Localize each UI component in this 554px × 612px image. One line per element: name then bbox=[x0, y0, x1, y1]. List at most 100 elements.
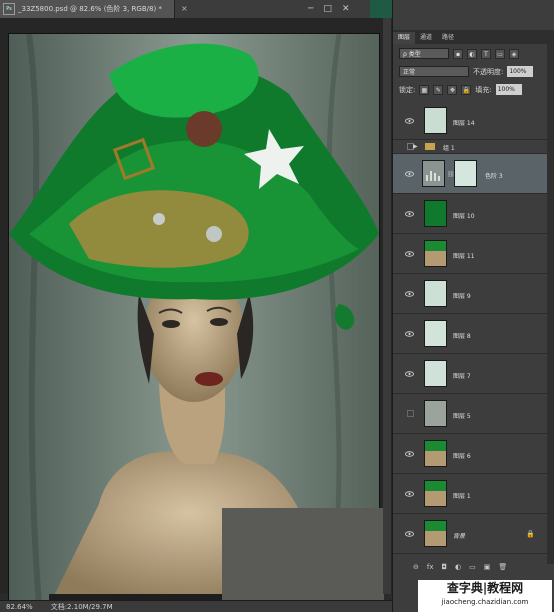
layer-name: 背景 bbox=[453, 533, 466, 540]
layers-list: 图层 14 ▶ 组 1 ⛓ 色阶 3 图层 10 图层 11 图层 9 图层 8… bbox=[393, 102, 547, 560]
layer-row[interactable]: 图层 1 bbox=[393, 474, 547, 514]
blend-mode-select[interactable]: 正常 bbox=[399, 66, 469, 77]
fill-input[interactable]: 100% bbox=[495, 84, 522, 95]
layer-thumbnail bbox=[424, 440, 447, 467]
document-size: 文档:2.10M/29.7M bbox=[50, 602, 113, 611]
type-filter-icon[interactable]: T bbox=[481, 48, 491, 59]
layer-name: 图层 1 bbox=[453, 493, 471, 500]
shape-filter-icon[interactable]: ▭ bbox=[495, 48, 505, 59]
status-bar: 82.64% 文档:2.10M/29.7M bbox=[0, 600, 392, 612]
eye-icon[interactable] bbox=[405, 211, 414, 217]
image-filter-icon[interactable]: ▪ bbox=[453, 48, 463, 59]
layer-name: 图层 14 bbox=[453, 120, 475, 127]
layer-name: 色阶 3 bbox=[485, 173, 503, 180]
kind-filter-select[interactable]: ρ 类型 bbox=[399, 48, 449, 59]
zoom-level[interactable]: 82.64% bbox=[6, 603, 33, 611]
layers-panel: 图层 通道 路径 ρ 类型 ▪ ◐ T ▭ ◈ 正常 不透明度: 100% 锁定… bbox=[392, 0, 554, 612]
chevron-right-icon[interactable]: ▶ bbox=[413, 143, 418, 150]
layer-thumbnail bbox=[424, 280, 447, 307]
opacity-input[interactable]: 100% bbox=[507, 66, 534, 77]
eye-icon[interactable] bbox=[405, 291, 414, 297]
tab-paths[interactable]: 路径 bbox=[437, 32, 459, 44]
layer-row[interactable]: 图层 7 bbox=[393, 354, 547, 394]
layer-name: 图层 7 bbox=[453, 373, 471, 380]
lock-icon: 🔒 bbox=[526, 530, 535, 538]
document-tab[interactable]: Ps _33Z5800.psd @ 82.6% (色阶 3, RGB/8) * bbox=[0, 0, 175, 18]
layer-row[interactable]: 图层 8 bbox=[393, 314, 547, 354]
panel-scrollbar[interactable] bbox=[547, 44, 554, 564]
mask-icon[interactable]: ◘ bbox=[441, 563, 447, 571]
close-tab-icon[interactable]: × bbox=[181, 4, 190, 13]
layer-row-selected[interactable]: ⛓ 色阶 3 bbox=[393, 154, 547, 194]
layer-row[interactable]: 图层 14 bbox=[393, 102, 547, 140]
layer-thumbnail bbox=[424, 320, 447, 347]
watermark: 查字典|教程网 jiaocheng.chazidian.com bbox=[418, 580, 552, 612]
layer-row[interactable]: 背景 🔒 bbox=[393, 514, 547, 554]
adjustment-filter-icon[interactable]: ◐ bbox=[467, 48, 477, 59]
layer-name: 图层 9 bbox=[453, 293, 471, 300]
panel-tabs: 图层 通道 路径 bbox=[393, 30, 554, 44]
levels-adjustment-icon bbox=[422, 160, 445, 187]
document-title: _33Z5800.psd @ 82.6% (色阶 3, RGB/8) * bbox=[18, 5, 162, 13]
layer-name: 图层 5 bbox=[453, 413, 471, 420]
layer-thumbnail bbox=[424, 480, 447, 507]
photoshop-icon: Ps bbox=[3, 3, 15, 15]
minimize-icon[interactable]: ─ bbox=[308, 4, 313, 14]
lock-transparency-icon[interactable]: ▦ bbox=[419, 84, 430, 95]
watermark-url: jiaocheng.chazidian.com bbox=[441, 598, 529, 606]
eye-icon[interactable] bbox=[405, 491, 414, 497]
folder-icon bbox=[425, 143, 435, 150]
fx-icon[interactable]: fx bbox=[427, 563, 434, 571]
window-controls: ─ □ ✕ bbox=[308, 0, 349, 18]
layer-name: 图层 11 bbox=[453, 253, 475, 260]
fill-label: 填充: bbox=[475, 85, 492, 94]
smart-object-filter-icon[interactable]: ◈ bbox=[509, 48, 519, 59]
eye-icon[interactable] bbox=[405, 171, 414, 177]
eye-icon[interactable] bbox=[405, 451, 414, 457]
layer-row[interactable]: 图层 5 bbox=[393, 394, 547, 434]
new-layer-icon[interactable]: ▣ bbox=[484, 563, 491, 571]
eye-icon[interactable] bbox=[405, 251, 414, 257]
layer-row[interactable]: 图层 10 bbox=[393, 194, 547, 234]
eye-icon[interactable] bbox=[405, 331, 414, 337]
layer-mask-thumbnail[interactable] bbox=[454, 160, 477, 187]
layer-row[interactable]: 图层 6 bbox=[393, 434, 547, 474]
gray-swatch-overlay bbox=[222, 508, 384, 608]
layer-name: 组 1 bbox=[443, 145, 455, 152]
eye-icon[interactable] bbox=[405, 531, 414, 537]
canvas-scrollbar[interactable] bbox=[383, 18, 391, 594]
lock-pixels-icon[interactable]: ✎ bbox=[433, 84, 444, 95]
layer-thumbnail bbox=[424, 200, 447, 227]
tab-layers[interactable]: 图层 bbox=[393, 32, 416, 44]
tab-channels[interactable]: 通道 bbox=[415, 32, 437, 44]
eye-icon[interactable] bbox=[405, 371, 414, 377]
trash-icon[interactable]: 🗑 bbox=[498, 563, 507, 571]
layer-thumbnail bbox=[424, 360, 447, 387]
layer-thumbnail bbox=[424, 107, 447, 134]
blend-row: 正常 不透明度: 100% bbox=[399, 66, 534, 77]
layer-thumbnail bbox=[424, 520, 447, 547]
lock-row: 锁定: ▦ ✎ ✥ 🔒 填充: 100% bbox=[399, 84, 522, 95]
group-row[interactable]: ▶ 组 1 bbox=[393, 140, 547, 154]
adjustment-icon[interactable]: ◐ bbox=[455, 563, 461, 571]
visibility-off-box[interactable] bbox=[407, 410, 414, 417]
layer-row[interactable]: 图层 9 bbox=[393, 274, 547, 314]
lock-position-icon[interactable]: ✥ bbox=[447, 84, 458, 95]
lock-all-icon[interactable]: 🔒 bbox=[461, 84, 472, 95]
eye-icon[interactable] bbox=[405, 118, 414, 124]
link-icon[interactable]: ⊖ bbox=[413, 563, 419, 571]
layers-panel-footer: ⊖ fx ◘ ◐ ▭ ▣ 🗑 bbox=[393, 560, 547, 574]
layer-row[interactable]: 图层 11 bbox=[393, 234, 547, 274]
watermark-title: 查字典|教程网 bbox=[446, 581, 524, 595]
close-window-icon[interactable]: ✕ bbox=[342, 4, 350, 14]
layer-thumbnail bbox=[424, 240, 447, 267]
layer-thumbnail bbox=[424, 400, 447, 427]
folder-icon[interactable]: ▭ bbox=[469, 563, 476, 571]
maximize-icon[interactable]: □ bbox=[323, 4, 332, 14]
layer-name: 图层 8 bbox=[453, 333, 471, 340]
opacity-label: 不透明度: bbox=[473, 67, 504, 76]
layer-name: 图层 6 bbox=[453, 453, 471, 460]
filter-row: ρ 类型 ▪ ◐ T ▭ ◈ bbox=[399, 48, 519, 59]
lock-label: 锁定: bbox=[399, 85, 416, 94]
layer-name: 图层 10 bbox=[453, 213, 475, 220]
